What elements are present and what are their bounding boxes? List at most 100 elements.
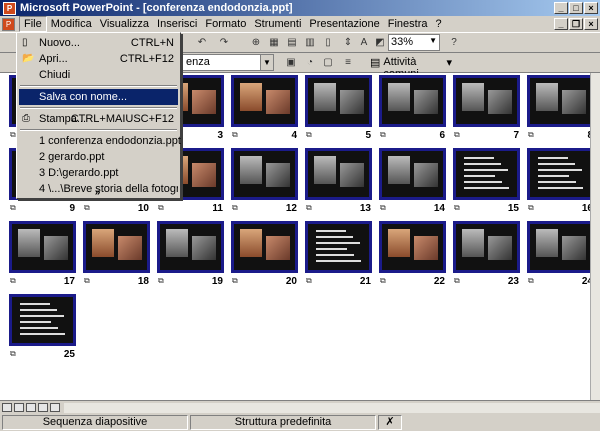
slide-thumbnail[interactable] xyxy=(231,221,298,273)
slide-thumbnail[interactable] xyxy=(305,221,372,273)
menu-formato[interactable]: Formato xyxy=(201,17,250,31)
slide-number: 16 xyxy=(581,203,593,214)
slide-thumbnail[interactable] xyxy=(231,75,298,127)
redo-icon[interactable]: ↷ xyxy=(216,35,232,51)
document-icon[interactable]: P xyxy=(2,17,15,31)
recent-file-2[interactable]: 2 gerardo.ppt xyxy=(19,149,178,165)
menu-item-save-as[interactable]: Salva con nome... xyxy=(19,89,178,105)
recent-file-1[interactable]: 1 conferenza endodonzia.ppt xyxy=(19,133,181,149)
menu-item-close[interactable]: Chiudi xyxy=(19,67,178,83)
doc-minimize-button[interactable]: _ xyxy=(554,18,568,30)
slide-thumbnail[interactable] xyxy=(9,221,76,273)
slide-thumbnail[interactable] xyxy=(527,148,594,200)
slide-thumbnail[interactable] xyxy=(9,294,76,346)
hide-slide-icon[interactable]: ▣ xyxy=(283,55,299,71)
tables-icon[interactable]: ▦ xyxy=(266,35,282,51)
hyperlink-icon[interactable]: ⊕ xyxy=(248,35,264,51)
menu-separator xyxy=(20,129,177,131)
doc-restore-button[interactable]: ❐ xyxy=(569,18,583,30)
slide-thumbnail[interactable] xyxy=(305,75,372,127)
chart-icon[interactable]: ▤ xyxy=(284,35,300,51)
common-tasks-button[interactable]: ▤Attività comuni ▾ xyxy=(367,54,455,80)
close-button[interactable]: × xyxy=(584,2,598,14)
chevron-down-icon: ▼ xyxy=(429,36,437,45)
slide-thumbnail[interactable] xyxy=(305,148,372,200)
menu-presentazione[interactable]: Presentazione xyxy=(305,17,383,31)
transition-icon[interactable]: ≡ xyxy=(340,55,356,71)
zoom-select[interactable]: 33% ▼ xyxy=(388,34,440,51)
menu-item-label: Apri... xyxy=(39,53,68,65)
layout-combo[interactable]: enza ▼ xyxy=(182,54,274,71)
slide-thumbnail[interactable] xyxy=(453,75,520,127)
transition-icon: ⧉ xyxy=(380,276,386,285)
slide-number: 7 xyxy=(513,130,519,141)
menu-help[interactable]: ? xyxy=(432,17,446,31)
grayscale-icon[interactable]: ◩ xyxy=(372,35,388,51)
transition-icon: ⧉ xyxy=(84,276,90,285)
powerpoint-icon[interactable]: P xyxy=(3,1,16,15)
menu-visualizza[interactable]: Visualizza xyxy=(96,17,153,31)
font-color-icon[interactable]: A xyxy=(356,35,372,51)
menu-separator xyxy=(20,85,177,87)
expand-menu-chevron-icon[interactable]: » xyxy=(17,187,178,198)
transition-icon: ⧉ xyxy=(158,276,164,285)
slide-number: 17 xyxy=(63,276,75,287)
print-icon: ⎙ xyxy=(22,113,30,124)
recent-file-3[interactable]: 3 D:\gerardo.ppt xyxy=(19,165,178,181)
zoom-value: 33% xyxy=(391,36,414,48)
transition-icon: ⧉ xyxy=(232,203,238,212)
slide-show-view-icon[interactable] xyxy=(50,403,60,412)
menu-item-print[interactable]: ⎙ Stampa... CTRL+MAIUSC+F12 xyxy=(19,111,178,127)
undo-icon[interactable]: ↶ xyxy=(194,35,210,51)
transition-icon: ⧉ xyxy=(84,203,90,212)
slide-thumbnail[interactable] xyxy=(83,221,150,273)
table-icon[interactable]: ▥ xyxy=(302,35,318,51)
menu-item-new[interactable]: ▯ Nuovo... CTRL+N xyxy=(19,35,178,51)
open-folder-icon: 📂 xyxy=(22,53,35,64)
menu-item-open[interactable]: 📂 Apri... CTRL+F12 xyxy=(19,51,178,67)
slide-thumbnail[interactable] xyxy=(527,75,594,127)
spelling-icon[interactable]: ✗ xyxy=(378,414,402,430)
slide-number: 6 xyxy=(439,130,445,141)
slide-thumbnail[interactable] xyxy=(453,221,520,273)
transition-icon: ⧉ xyxy=(10,130,16,139)
slide-number: 5 xyxy=(365,130,371,141)
menu-item-label: Salva con nome... xyxy=(39,91,128,103)
expand-icon[interactable]: ⇕ xyxy=(340,35,356,51)
menu-strumenti[interactable]: Strumenti xyxy=(250,17,305,31)
transition-icon: ⧉ xyxy=(232,130,238,139)
slide-thumbnail[interactable] xyxy=(379,75,446,127)
transition-icon: ⧉ xyxy=(454,203,460,212)
menu-file[interactable]: File xyxy=(19,16,47,32)
slide-thumbnail[interactable] xyxy=(379,148,446,200)
slide-thumbnail[interactable] xyxy=(453,148,520,200)
slide-thumbnail[interactable] xyxy=(527,221,594,273)
help-icon[interactable]: ? xyxy=(446,35,462,51)
normal-view-icon[interactable] xyxy=(2,403,12,412)
slide-number: 4 xyxy=(291,130,297,141)
slide-number: 9 xyxy=(69,203,75,214)
horizontal-scrollbar[interactable] xyxy=(64,403,600,413)
slide-view-icon[interactable] xyxy=(26,403,36,412)
slide-thumbnail[interactable] xyxy=(157,221,224,273)
transition-icon: ⧉ xyxy=(158,203,164,212)
doc-close-button[interactable]: × xyxy=(584,18,598,30)
menu-finestra[interactable]: Finestra xyxy=(384,17,432,31)
menu-inserisci[interactable]: Inserisci xyxy=(153,17,201,31)
menu-item-label: Chiudi xyxy=(39,69,71,81)
transition-icon: ⧉ xyxy=(10,349,16,358)
layout-combo-value: enza xyxy=(186,56,210,68)
menu-modifica[interactable]: Modifica xyxy=(47,17,96,31)
minimize-button[interactable]: _ xyxy=(554,2,568,14)
columns-icon[interactable]: ▯ xyxy=(320,35,336,51)
outline-view-icon[interactable] xyxy=(14,403,24,412)
rehearse-timing-icon[interactable]: ◔ xyxy=(302,55,318,71)
slide-sorter-view-icon[interactable] xyxy=(38,403,48,412)
transition-icon: ⧉ xyxy=(454,276,460,285)
summary-slide-icon[interactable]: ▢ xyxy=(320,55,336,71)
maximize-button[interactable]: □ xyxy=(569,2,583,14)
slide-thumbnail[interactable] xyxy=(231,148,298,200)
vertical-scrollbar[interactable] xyxy=(590,73,600,400)
transition-icon: ⧉ xyxy=(306,276,312,285)
slide-thumbnail[interactable] xyxy=(379,221,446,273)
